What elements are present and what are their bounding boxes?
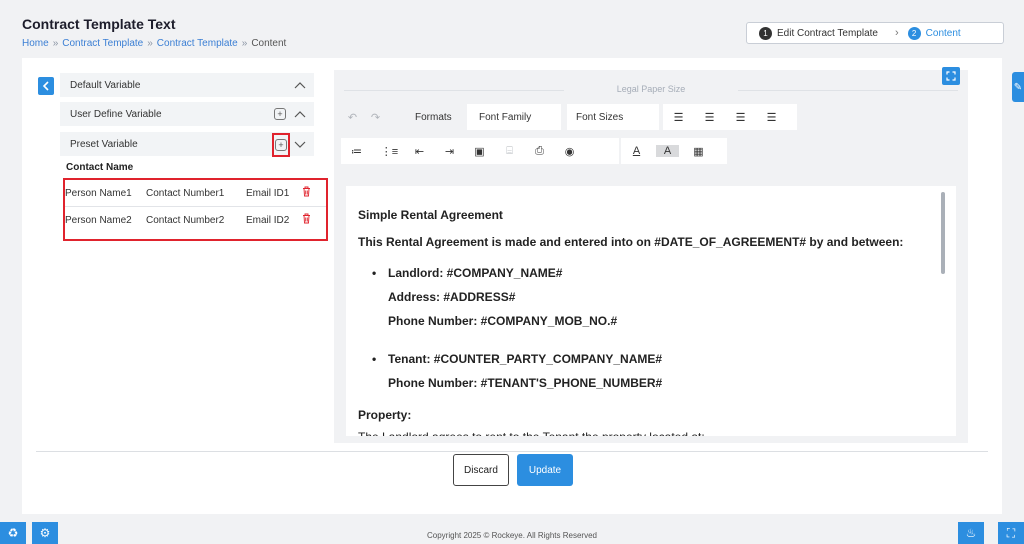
add-user-variable-icon[interactable]: + — [274, 108, 286, 120]
user-define-variable-row[interactable]: User Define Variable + — [60, 102, 314, 126]
font-family-dropdown[interactable]: Font Family — [467, 104, 561, 130]
formats-label: Formats — [415, 111, 452, 123]
settings-icon[interactable]: ⚙ — [32, 522, 58, 544]
text-color-icon[interactable]: A — [625, 145, 648, 157]
undo-redo-group: ↶ ↷ — [341, 104, 387, 130]
breadcrumb-contract-template[interactable]: Contract Template — [62, 38, 143, 49]
align-left-icon[interactable]: ☰ — [667, 111, 690, 124]
breadcrumb-home[interactable]: Home — [22, 38, 49, 49]
divider — [738, 90, 958, 91]
landlord-block: • Landlord: #COMPANY_NAME# Address: #ADD… — [358, 261, 944, 333]
update-button[interactable]: Update — [517, 454, 573, 486]
stepper: 1 Edit Contract Template › 2 Content — [746, 22, 1004, 44]
contact-name-heading: Contact Name — [66, 162, 134, 173]
step-content[interactable]: 2 Content — [907, 26, 961, 40]
bullet: • — [372, 352, 377, 366]
table-icon[interactable]: ▦ — [687, 145, 710, 158]
redo-icon[interactable]: ↷ — [364, 111, 387, 124]
address-line: Address: #ADDRESS# — [388, 290, 516, 304]
tenant-phone-line: Phone Number: #TENANT'S_PHONE_NUMBER# — [388, 376, 663, 390]
outdent-icon[interactable]: ⇤ — [408, 145, 431, 158]
breadcrumb-contract-template-2[interactable]: Contract Template — [157, 38, 238, 49]
align-center-icon[interactable]: ☰ — [698, 111, 721, 124]
fullscreen-icon — [946, 71, 956, 81]
formats-dropdown[interactable]: Formats — [409, 104, 465, 130]
step-number: 2 — [907, 26, 921, 40]
preview-icon[interactable]: ◉ — [558, 145, 581, 158]
highlight-box — [272, 133, 290, 157]
default-variable-label: Default Variable — [70, 79, 141, 91]
page-break-icon[interactable]: ⌸ — [498, 145, 521, 158]
alignment-group: ☰ ☰ ☰ ☰ — [663, 104, 797, 130]
breadcrumb-current: Content — [251, 38, 287, 49]
top-strip — [0, 0, 1024, 14]
collapse-panel-button[interactable] — [38, 77, 54, 95]
font-family-label: Font Family — [479, 111, 532, 123]
undo-icon[interactable]: ↶ — [341, 111, 364, 124]
tenant-line: Tenant: #COUNTER_PARTY_COMPANY_NAME# — [388, 352, 663, 366]
breadcrumb-separator: » — [241, 38, 248, 49]
print-icon[interactable]: ⎙ — [528, 145, 551, 158]
bullet-list-icon[interactable]: ≔ — [345, 145, 368, 158]
document-scrollbar[interactable] — [941, 192, 945, 274]
indent-icon[interactable]: ⇥ — [438, 145, 461, 158]
step-label: Content — [925, 27, 961, 39]
format-toolbar-row2: ≔ ⋮≡ ⇤ ⇥ ▣ ⌸ ⎙ ◉ — [341, 138, 619, 164]
numbered-list-icon[interactable]: ⋮≡ — [378, 145, 401, 158]
preset-variable-label: Preset Variable — [70, 138, 138, 150]
breadcrumb: Home» Contract Template» Contract Template… — [22, 38, 286, 49]
color-toolbar: A A ▦ — [621, 138, 727, 164]
paper-size-label: Legal Paper Size — [616, 84, 686, 94]
chevron-left-icon — [42, 81, 49, 91]
tenant-block: • Tenant: #COUNTER_PARTY_COMPANY_NAME# P… — [358, 347, 944, 395]
page-title: Contract Template Text — [22, 16, 176, 32]
image-icon[interactable]: ▣ — [468, 145, 491, 158]
user-define-variable-label: User Define Variable — [70, 108, 162, 120]
background-color-icon[interactable]: A — [656, 145, 679, 157]
default-variable-row[interactable]: Default Variable — [60, 73, 314, 97]
expand-icon[interactable]: ⛶ — [998, 522, 1024, 544]
font-sizes-label: Font Sizes — [576, 111, 624, 123]
footer-divider — [36, 451, 988, 452]
breadcrumb-separator: » — [52, 38, 59, 49]
breadcrumb-separator: » — [147, 38, 153, 49]
step-number: 1 — [759, 26, 772, 40]
flame-icon[interactable]: ♨ — [958, 522, 984, 544]
step-edit-template[interactable]: 1 Edit Contract Template — [759, 26, 878, 40]
font-sizes-dropdown[interactable]: Font Sizes — [567, 104, 659, 130]
doc-intro: This Rental Agreement is made and entere… — [358, 235, 904, 249]
bullet: • — [372, 266, 377, 280]
property-text: The Landlord agrees to rent to the Tenan… — [358, 427, 944, 436]
align-justify-icon[interactable]: ☰ — [760, 111, 783, 124]
fullscreen-button[interactable] — [942, 67, 960, 85]
chevron-right-icon: › — [894, 27, 899, 39]
step-label: Edit Contract Template — [777, 27, 878, 39]
property-heading: Property: — [358, 408, 412, 422]
copyright-text: Copyright 2025 © Rockeye. All Rights Res… — [427, 531, 597, 540]
chevron-up-icon[interactable] — [294, 110, 306, 118]
landlord-phone-line: Phone Number: #COMPANY_MOB_NO.# — [388, 314, 618, 328]
chevron-down-icon[interactable] — [294, 141, 306, 149]
discard-button[interactable]: Discard — [453, 454, 509, 486]
highlight-box — [63, 178, 328, 241]
landlord-line: Landlord: #COMPANY_NAME# — [388, 266, 563, 280]
align-right-icon[interactable]: ☰ — [729, 111, 752, 124]
recycle-icon[interactable]: ♻ — [0, 522, 26, 544]
document-content[interactable]: Simple Rental Agreement This Rental Agre… — [346, 186, 956, 436]
doc-title: Simple Rental Agreement — [358, 208, 503, 222]
chevron-up-icon[interactable] — [294, 81, 306, 89]
side-tab-icon[interactable]: ✎ — [1012, 72, 1024, 102]
